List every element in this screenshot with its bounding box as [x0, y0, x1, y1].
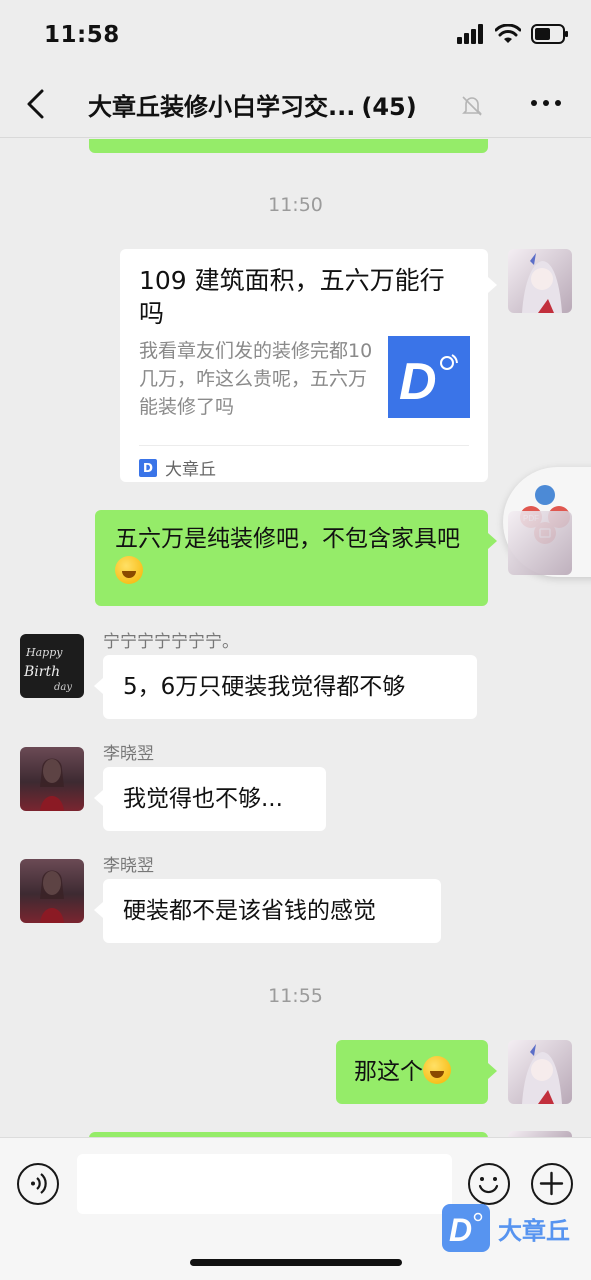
chat-header: 大章丘装修小白学习交... (45) [0, 70, 591, 138]
bubble-tail [94, 678, 103, 694]
source-name: 大章丘 [165, 460, 216, 480]
mute-bell-icon [462, 96, 482, 116]
timestamp: 11:50 [268, 194, 323, 216]
message-text: 五六万是纯装修吧，不包含家具吧 [115, 526, 460, 552]
sender-name: 宁宁宁宁宁宁宁。 [103, 632, 239, 652]
my-avatar[interactable] [508, 249, 572, 313]
battery-icon [531, 24, 568, 44]
message-bubble-mine[interactable]: 那这个 [336, 1040, 488, 1104]
link-card[interactable]: 109 建筑面积，五六万能行吗 我看章友们发的装修完都10几万，咋这么贵呢，五六… [120, 249, 488, 482]
chat-title[interactable]: 大章丘装修小白学习交... (45) [88, 87, 417, 122]
svg-text:Birth: Birth [23, 664, 60, 680]
card-thumbnail: D [388, 336, 470, 418]
wifi-icon [495, 24, 521, 43]
my-avatar[interactable] [508, 1040, 572, 1104]
card-divider [139, 445, 469, 446]
member-count: (45) [361, 93, 417, 121]
laughing-emoji-icon [115, 556, 143, 584]
birthday-avatar-art: Happy Birth day [23, 646, 72, 693]
message-input[interactable] [77, 1154, 452, 1214]
anime-avatar-art [522, 253, 562, 313]
chat-area[interactable]: 11:50 109 建筑面积，五六万能行吗 我看章友们发的装修完都10几万，咋这… [0, 139, 591, 1137]
message-text: 那这个 [354, 1059, 423, 1085]
group-name: 大章丘装修小白学习交... [88, 93, 356, 121]
watermark-text: 大章丘 [498, 1216, 570, 1245]
sender-avatar[interactable]: Happy Birth day [20, 634, 84, 698]
message-bubble-other[interactable]: 硬装都不是该省钱的感觉 [103, 879, 441, 943]
bubble-tail [488, 533, 497, 549]
sender-name: 李晓翌 [103, 856, 154, 876]
bubble-tail [488, 277, 497, 293]
signal-icon [457, 24, 483, 44]
card-description: 我看章友们发的装修完都10几万，咋这么贵呢，五六万能装修了吗 [139, 340, 373, 418]
emoji-icon[interactable] [468, 1163, 510, 1205]
home-indicator [190, 1259, 402, 1266]
bubble-tail [488, 1063, 497, 1079]
status-time: 11:58 [44, 22, 120, 48]
message-text: 5，6万只硬装我觉得都不够 [123, 674, 406, 700]
plus-icon[interactable] [531, 1163, 573, 1205]
woman-avatar-art [40, 870, 64, 923]
sender-avatar[interactable] [20, 747, 84, 811]
watermark: D 大章丘 [442, 1204, 570, 1252]
my-avatar[interactable] [508, 511, 572, 575]
source-logo-icon: D [139, 458, 157, 477]
message-text: 硬装都不是该省钱的感觉 [123, 898, 376, 924]
timestamp: 11:55 [268, 985, 323, 1007]
svg-text:D: D [449, 1212, 472, 1248]
sender-avatar[interactable] [20, 859, 84, 923]
woman-avatar-art [40, 758, 64, 811]
svg-text:day: day [54, 682, 72, 693]
back-arrow-icon[interactable] [20, 88, 50, 120]
message-text: 我觉得也不够... [123, 786, 283, 812]
anime-avatar-art [522, 1044, 562, 1104]
more-icon[interactable] [531, 100, 561, 106]
svg-text:Happy: Happy [25, 646, 63, 659]
dazhangqiu-logo-icon: D [399, 353, 458, 405]
status-icons [457, 24, 569, 44]
message-bubble-other[interactable]: 我觉得也不够... [103, 767, 326, 831]
message-bubble-partial [89, 139, 488, 153]
bubble-tail [94, 790, 103, 806]
watermark-logo-icon: D [442, 1204, 490, 1252]
status-bar: 11:58 [0, 0, 591, 70]
laughing-emoji-icon [423, 1056, 451, 1084]
card-source: D 大章丘 [139, 455, 216, 480]
message-bubble-other[interactable]: 5，6万只硬装我觉得都不够 [103, 655, 477, 719]
card-title: 109 建筑面积，五六万能行吗 [139, 266, 445, 328]
bubble-tail [94, 902, 103, 918]
voice-icon[interactable] [17, 1163, 59, 1205]
message-bubble-mine[interactable]: 五六万是纯装修吧，不包含家具吧 [95, 510, 488, 606]
svg-text:D: D [399, 353, 437, 405]
sender-name: 李晓翌 [103, 744, 154, 764]
